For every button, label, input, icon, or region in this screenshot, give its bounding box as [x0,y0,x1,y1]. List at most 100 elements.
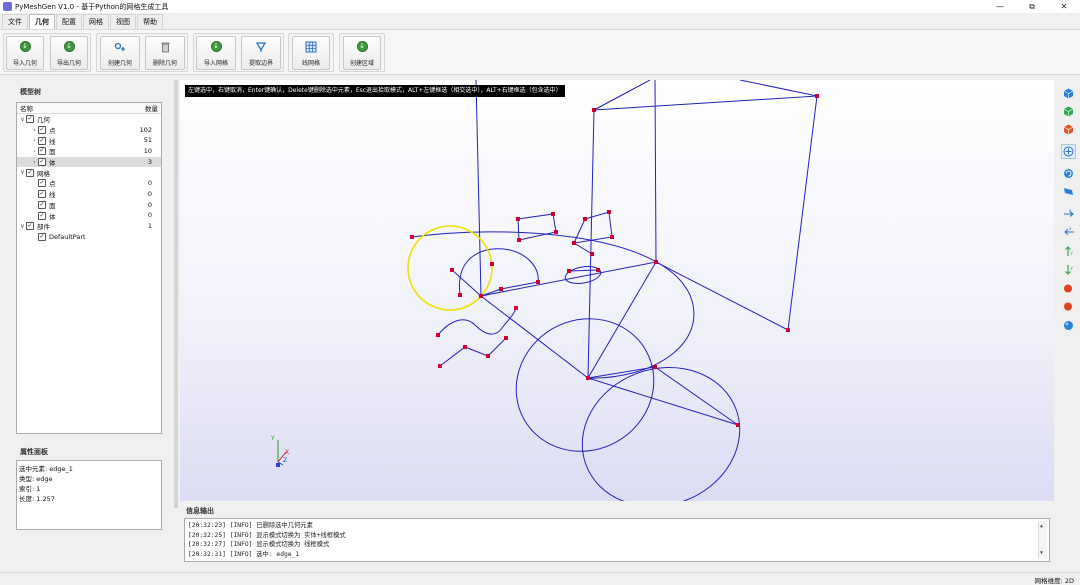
expand-icon[interactable]: ∨ [19,116,26,123]
axis-x-icon[interactable]: x [1061,206,1076,221]
tree-count: 0 [147,179,152,188]
tree-item-geometry-lines[interactable]: › ✓ 线 51 [17,135,161,146]
chevron-right-icon[interactable]: › [31,127,38,134]
chevron-right-icon[interactable]: › [31,137,38,144]
tab-geometry[interactable]: 几何 [29,14,55,29]
vertex [786,328,790,332]
edge [739,80,818,97]
checkbox[interactable]: ✓ [38,126,46,135]
delete-geometry-button[interactable]: 删除几何 [145,36,185,70]
expand-icon[interactable]: ∨ [19,169,26,176]
axis-x-neg-icon[interactable]: x [1061,224,1076,239]
output-scrollbar[interactable]: ▲ ▼ [1038,521,1047,559]
scroll-up-icon[interactable]: ▲ [1040,522,1043,532]
checkbox[interactable]: ✓ [38,211,46,220]
view-cube-blue-icon[interactable] [1061,86,1076,101]
ribbon-group-region: ↓ 创建区域 [339,33,385,72]
tab-mesh[interactable]: 网格 [83,14,109,29]
vertex [450,268,454,272]
import-geometry-label: 导入几何 [12,60,37,67]
import-mesh-label: 导入网格 [203,60,228,67]
view-cube-green-icon[interactable] [1061,104,1076,119]
tab-view[interactable]: 视图 [110,14,136,29]
create-region-button[interactable]: ↓ 创建区域 [343,36,381,70]
svg-text:y: y [1071,265,1074,270]
vertex [517,238,521,242]
checkbox[interactable]: ✓ [26,115,34,124]
tree-item-geometry-bodies[interactable]: › ✓ 体 3 [17,156,161,168]
tree-item-mesh[interactable]: ∨ ✓ 网格 [17,167,161,178]
expand-icon[interactable]: ∨ [19,223,26,230]
vertex [479,294,483,298]
vertex [654,260,658,264]
rotate-view-icon[interactable] [1061,166,1076,181]
tab-file[interactable]: 文件 [2,14,28,29]
vertex [490,262,494,266]
restore-button[interactable]: ⧉ [1016,0,1048,13]
edge [587,109,595,379]
edge [593,95,818,331]
point-red-icon[interactable] [1061,281,1076,296]
import-mesh-button[interactable]: ↓ 导入网格 [196,36,236,70]
tree-item-mesh-faces[interactable]: ✓ 面 0 [17,200,161,211]
vertex [554,230,558,234]
axis-y-icon[interactable]: y [1061,244,1076,259]
minimize-button[interactable]: — [984,0,1016,13]
line-mesh-button[interactable]: 线网格 [292,36,330,70]
tree-item-geometry-faces[interactable]: › ✓ 面 10 [17,146,161,157]
chevron-right-icon[interactable]: › [31,148,38,155]
tree-item-parts[interactable]: ∨ ✓ 部件 1 [17,221,161,232]
tab-config[interactable]: 配置 [56,14,82,29]
checkbox[interactable]: ✓ [38,200,46,209]
tree-item-geometry[interactable]: ∨ ✓ 几何 [17,114,161,125]
checkbox[interactable]: ✓ [26,168,34,177]
import-icon: ↓ [19,40,32,53]
checkbox[interactable]: ✓ [38,190,46,199]
log-line: [20:32:25] [INFO] 显示模式切换为 实体+线框模式 [188,531,346,539]
output-log[interactable]: [20:32:23] [INFO] 已删除选中几何元素 [20:32:25] [… [184,518,1050,562]
surface-mode-icon[interactable] [1061,184,1076,199]
axis-y-neg-icon[interactable]: y [1061,262,1076,277]
scroll-down-icon[interactable]: ▼ [1040,549,1043,559]
import-geometry-button[interactable]: ↓ 导入几何 [6,36,44,70]
ribbon-group-line-mesh: 线网格 [288,33,334,72]
tab-help[interactable]: 帮助 [137,14,163,29]
export-geometry-button[interactable]: ↓ 导出几何 [50,36,88,70]
chevron-right-icon[interactable]: › [31,159,38,166]
checkbox[interactable]: ✓ [26,222,34,231]
tree-item-mesh-bodies[interactable]: ✓ 体 0 [17,210,161,221]
log-line: [20:32:27] [INFO] 显示模式切换为 线框模式 [188,541,330,548]
extract-boundary-button[interactable]: 提取边界 [241,36,281,70]
checkbox[interactable]: ✓ [38,147,46,156]
left-dock: 模型树 名称 数量 ∨ ✓ 几何 › ✓ 点 102 › ✓ 线 51 › ✓ … [0,80,172,570]
tree-count: 1 [147,221,152,230]
edge [572,211,613,255]
checkbox[interactable]: ✓ [38,232,46,241]
tree-count: 51 [143,136,152,145]
checkbox[interactable]: ✓ [38,179,46,188]
view-cube-red-icon[interactable] [1061,122,1076,137]
ribbon-group-mesh-io: ↓ 导入网格 提取边界 [193,33,284,72]
checkbox[interactable]: ✓ [38,136,46,145]
model-tree-title: 模型树 [20,88,41,96]
tree-item-mesh-points[interactable]: ✓ 点 0 [17,178,161,189]
vertex [463,345,467,349]
fit-view-icon[interactable] [1061,144,1076,159]
panel-splitter[interactable] [174,80,178,508]
tree-item-geometry-points[interactable]: › ✓ 点 102 [17,125,161,136]
vertex [436,333,440,337]
create-geometry-button[interactable]: 创建几何 [100,36,140,70]
wireframe-edges[interactable] [411,80,818,501]
sphere-blue-icon[interactable] [1061,318,1076,333]
close-button[interactable]: ✕ [1048,0,1080,13]
edge [573,218,586,244]
checkbox[interactable]: ✓ [38,158,46,167]
tree-item-mesh-lines[interactable]: ✓ 线 0 [17,189,161,200]
vertex [504,336,508,340]
point-red-2-icon[interactable] [1061,299,1076,314]
create-geometry-label: 创建几何 [107,60,132,67]
prop-selected: 选中元素: edge_1 [19,465,73,473]
tree-item-default-part[interactable]: ✓ DefaultPart [17,232,161,243]
3d-viewport[interactable]: Y X Z 左键选中，右键取消，Enter键确认，Delete键删除选中元素，E… [180,80,1054,501]
geometry-scene[interactable]: Y X Z [180,80,1054,501]
